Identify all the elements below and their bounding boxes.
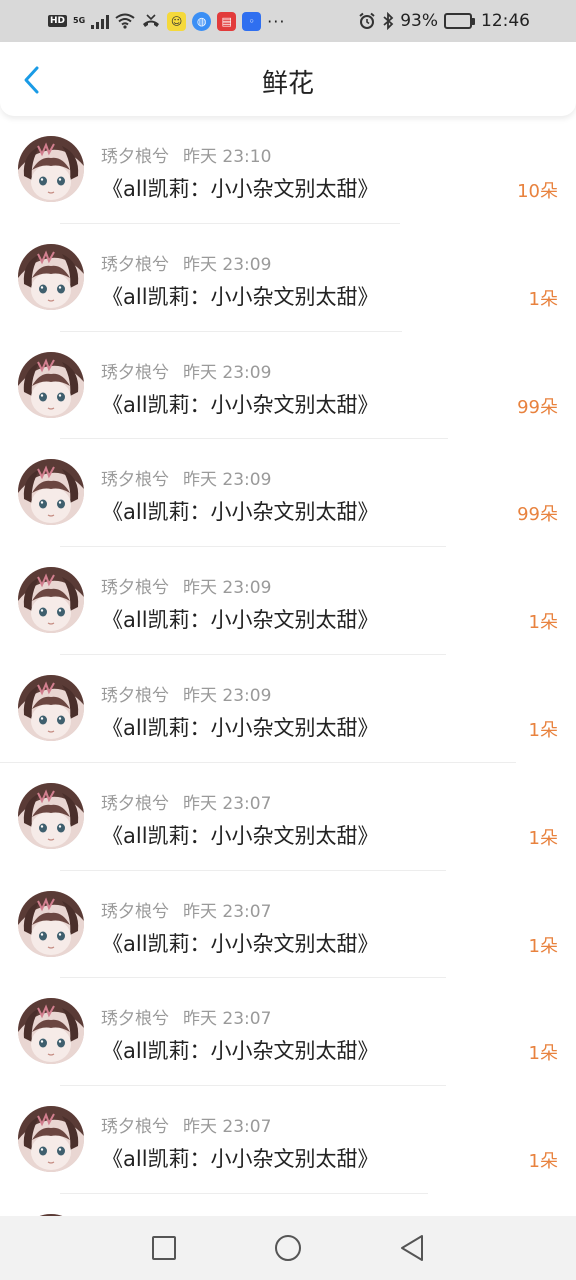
- avatar[interactable]: [18, 890, 84, 957]
- app-header: 鲜花: [0, 42, 576, 116]
- record-meta: 琇夕桹兮 昨天 23:09: [101, 358, 271, 383]
- bulb-app-icon: ◦: [242, 11, 262, 31]
- wifi-icon: [115, 13, 135, 29]
- avatar[interactable]: [18, 782, 84, 849]
- avatar[interactable]: [18, 567, 84, 634]
- flower-record-row[interactable]: 琇夕桹兮 昨天 23:09 《all凯莉：小小杂文别太甜》 1朵: [0, 547, 576, 655]
- flower-record-row[interactable]: 琇夕桹兮 昨天 23:09 《all凯莉：小小杂文别太甜》 1朵: [0, 655, 576, 763]
- flower-count: 99朵: [517, 504, 558, 526]
- avatar[interactable]: [18, 998, 84, 1065]
- flower-count: 99朵: [517, 396, 558, 418]
- avatar[interactable]: [18, 351, 84, 418]
- signal-icon: [91, 14, 110, 29]
- reader-app-icon: ▤: [217, 11, 237, 31]
- record-meta: 琇夕桹兮 昨天 23:09: [101, 573, 271, 598]
- flower-count: 1朵: [528, 827, 558, 849]
- username: 琇夕桹兮: [101, 254, 169, 275]
- status-bar: HD 5G ☺ ◍ ▤ ◦ ··· 93% 12:46: [0, 0, 576, 42]
- flower-count: 1朵: [528, 935, 558, 957]
- username: 琇夕桹兮: [101, 362, 169, 383]
- flower-record-row[interactable]: 琇夕桹兮 昨天 23:09 《all凯莉：小小杂文别太甜》 99朵: [0, 332, 576, 440]
- record-meta: 琇夕桹兮 昨天 23:09: [101, 465, 271, 490]
- work-title[interactable]: 《all凯莉：小小杂文别太甜》: [102, 820, 379, 850]
- flower-count: 1朵: [528, 1043, 558, 1065]
- record-meta: 琇夕桹兮 昨天 23:09: [101, 681, 271, 706]
- avatar[interactable]: [18, 674, 84, 741]
- page-title: 鲜花: [261, 69, 314, 99]
- avatar[interactable]: [18, 1106, 84, 1173]
- home-button[interactable]: [226, 1216, 350, 1280]
- timestamp: 昨天 23:07: [183, 1117, 272, 1138]
- battery-percent: 93%: [400, 11, 438, 31]
- username: 琇夕桹兮: [101, 147, 169, 167]
- avatar[interactable]: [18, 243, 84, 310]
- username: 琇夕桹兮: [101, 578, 169, 599]
- username: 琇夕桹兮: [101, 1117, 169, 1138]
- status-bar-right: 93% 12:46: [358, 11, 530, 31]
- timestamp: 昨天 23:09: [183, 685, 272, 706]
- username: 琇夕桹兮: [101, 470, 169, 491]
- work-title[interactable]: 《all凯莉：小小杂文别太甜》: [102, 712, 379, 742]
- work-title[interactable]: 《all凯莉：小小杂文别太甜》: [102, 928, 379, 958]
- flower-count: 1朵: [528, 719, 558, 741]
- work-title[interactable]: 《all凯莉：小小杂文别太甜》: [102, 604, 379, 634]
- flower-record-row[interactable]: 琇夕桹兮 昨天 23:07 《all凯莉：小小杂文别太甜》 1朵: [0, 763, 576, 871]
- work-title[interactable]: 《all凯莉：小小杂文别太甜》: [102, 173, 379, 203]
- missed-call-icon: [141, 14, 161, 28]
- recents-button[interactable]: [102, 1216, 226, 1280]
- record-meta: 琇夕桹兮 昨天 23:07: [101, 789, 271, 814]
- avatar[interactable]: [18, 459, 84, 526]
- battery-icon: [444, 13, 475, 29]
- username: 琇夕桹兮: [101, 793, 169, 814]
- flower-record-row[interactable]: 琇夕桹兮 昨天 23:09 《all凯莉：小小杂文别太甜》 1朵: [0, 224, 576, 332]
- work-title[interactable]: 《all凯莉：小小杂文别太甜》: [102, 1035, 379, 1065]
- record-meta: 琇夕桹兮 昨天 23:07: [101, 1112, 271, 1137]
- flower-count: 10朵: [517, 181, 558, 202]
- avatar[interactable]: [18, 136, 84, 202]
- timestamp: 昨天 23:07: [183, 901, 272, 922]
- username: 琇夕桹兮: [101, 1009, 169, 1030]
- back-nav-button[interactable]: [350, 1216, 474, 1280]
- flower-record-row[interactable]: 琇夕桹兮 昨天 23:09 《all凯莉：小小杂文别太甜》 99朵: [0, 439, 576, 548]
- more-dots-icon: ···: [267, 11, 286, 31]
- flower-record-row[interactable]: 琇夕桹兮 昨天 23:10 《all凯莉：小小杂文别太甜》 10朵: [0, 116, 576, 224]
- work-title[interactable]: 《all凯莉：小小杂文别太甜》: [102, 281, 379, 311]
- timestamp: 昨天 23:10: [183, 147, 272, 167]
- record-meta: 琇夕桹兮 昨天 23:09: [101, 250, 271, 275]
- username: 琇夕桹兮: [101, 901, 169, 922]
- status-bar-left: HD 5G ☺ ◍ ▤ ◦ ···: [48, 11, 286, 31]
- flower-count: 1朵: [528, 1151, 558, 1173]
- square-recents-icon: [152, 1236, 176, 1260]
- flower-record-row[interactable]: 琇夕桹兮 昨天 23:07 《all凯莉：小小杂文别太甜》 1朵: [0, 978, 576, 1087]
- alarm-icon: [358, 12, 376, 30]
- flower-count: 1朵: [528, 612, 558, 634]
- work-title[interactable]: 《all凯莉：小小杂文别太甜》: [102, 496, 379, 526]
- record-meta: 琇夕桹兮 昨天 23:10: [101, 142, 271, 167]
- timestamp: 昨天 23:07: [183, 1009, 272, 1030]
- app-notif-icon: ☺: [167, 11, 187, 31]
- username: 琇夕桹兮: [101, 685, 169, 706]
- record-meta: 琇夕桹兮 昨天 23:07: [101, 1004, 271, 1029]
- flower-record-row[interactable]: 琇夕桹兮 昨天 23:07 《all凯莉：小小杂文别太甜》 1朵: [0, 871, 576, 979]
- browser-icon: ◍: [192, 11, 212, 31]
- network-type-label: 5G: [73, 16, 86, 25]
- bluetooth-icon: [382, 12, 394, 30]
- record-meta: 琇夕桹兮 昨天 23:07: [101, 897, 271, 922]
- timestamp: 昨天 23:09: [183, 362, 272, 383]
- timestamp: 昨天 23:07: [183, 793, 272, 814]
- partial-record-row[interactable]: [0, 1194, 576, 1216]
- circle-home-icon: [275, 1235, 301, 1261]
- flower-record-list[interactable]: 琇夕桹兮 昨天 23:10 《all凯莉：小小杂文别太甜》 10朵 琇夕桹兮 昨天 …: [0, 116, 576, 1216]
- clock: 12:46: [481, 11, 530, 31]
- flower-count: 1朵: [528, 288, 558, 310]
- hd-icon: HD: [48, 15, 68, 27]
- timestamp: 昨天 23:09: [183, 578, 272, 599]
- timestamp: 昨天 23:09: [183, 470, 272, 491]
- system-nav-bar: [0, 1216, 576, 1280]
- triangle-back-icon: [401, 1235, 423, 1261]
- flower-record-row[interactable]: 琇夕桹兮 昨天 23:07 《all凯莉：小小杂文别太甜》 1朵: [0, 1086, 576, 1194]
- work-title[interactable]: 《all凯莉：小小杂文别太甜》: [102, 389, 379, 419]
- work-title[interactable]: 《all凯莉：小小杂文别太甜》: [102, 1143, 379, 1173]
- timestamp: 昨天 23:09: [183, 254, 272, 275]
